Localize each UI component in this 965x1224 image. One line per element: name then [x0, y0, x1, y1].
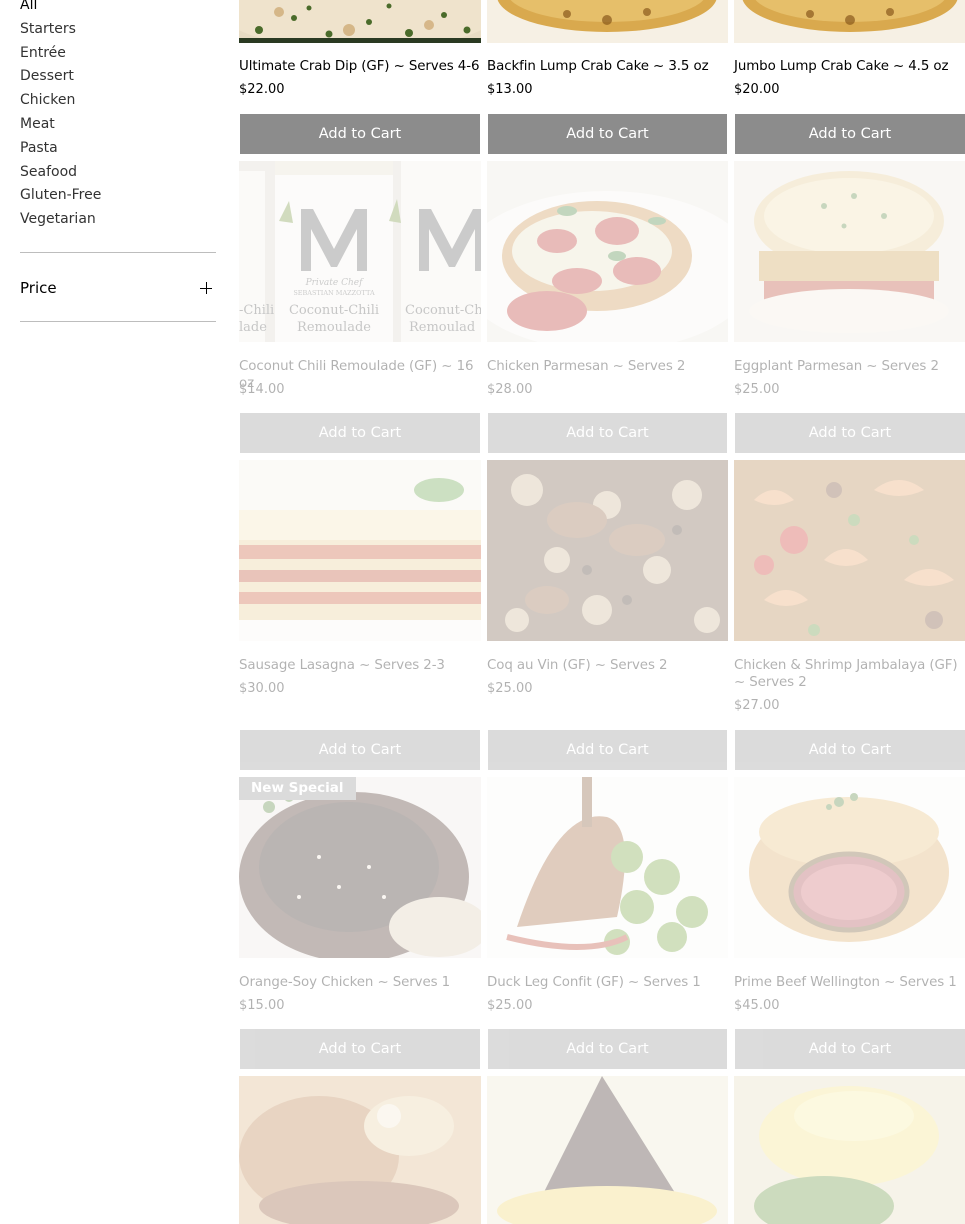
product-price: $45.00 [734, 998, 780, 1013]
product-image[interactable] [734, 1076, 965, 1224]
product-image[interactable]: Private Chef SEBASTIAN MAZZOTTA Coconut-… [239, 161, 481, 342]
product-image[interactable] [734, 777, 965, 958]
add-to-cart-button[interactable]: Add to Cart [735, 413, 965, 453]
product-card-chicken-parmesan[interactable]: Chicken Parmesan ~ Serves 2 $28.00 Add t… [487, 161, 728, 453]
category-pasta[interactable]: Pasta [20, 137, 216, 161]
product-price: $20.00 [734, 82, 780, 97]
product-name[interactable]: Chicken & Shrimp Jambalaya (GF) ~ Serves… [734, 657, 965, 691]
product-image[interactable] [734, 460, 965, 641]
product-image[interactable] [239, 460, 481, 641]
price-filter-toggle[interactable]: Price [20, 276, 216, 300]
product-image[interactable] [487, 777, 728, 958]
product-name[interactable]: Jumbo Lump Crab Cake ~ 4.5 oz [734, 58, 965, 75]
add-to-cart-button[interactable]: Add to Cart [240, 114, 480, 154]
plus-icon [200, 282, 212, 294]
product-card-duck-leg-confit[interactable]: Duck Leg Confit (GF) ~ Serves 1 $25.00 A… [487, 777, 728, 1069]
add-to-cart-button[interactable]: Add to Cart [240, 413, 480, 453]
product-name[interactable]: Backfin Lump Crab Cake ~ 3.5 oz [487, 58, 728, 75]
svg-text:Remoulad: Remoulad [409, 320, 475, 335]
product-card-eggplant-parmesan[interactable]: Eggplant Parmesan ~ Serves 2 $25.00 Add … [734, 161, 965, 453]
label-chef: Private Chef [305, 278, 364, 288]
category-gluten-free[interactable]: Gluten-Free [20, 184, 216, 208]
product-price: $25.00 [734, 382, 780, 397]
product-name[interactable]: Eggplant Parmesan ~ Serves 2 [734, 358, 965, 375]
filter-divider [20, 252, 216, 253]
add-to-cart-button[interactable]: Add to Cart [240, 1029, 480, 1069]
product-price: $15.00 [239, 998, 285, 1013]
new-special-ribbon: New Special [239, 777, 356, 800]
product-image[interactable] [734, 161, 965, 342]
category-seafood[interactable]: Seafood [20, 161, 216, 185]
category-dessert[interactable]: Dessert [20, 65, 216, 89]
svg-text:Coconut-Ch: Coconut-Ch [405, 303, 481, 318]
product-price: $25.00 [487, 998, 533, 1013]
product-price: $13.00 [487, 82, 533, 97]
product-card-beef-wellington[interactable]: Prime Beef Wellington ~ Serves 1 $45.00 … [734, 777, 965, 1069]
product-image[interactable] [239, 1076, 481, 1224]
product-card[interactable] [734, 1076, 965, 1224]
add-to-cart-button[interactable]: Add to Cart [488, 730, 727, 770]
filter-divider [20, 321, 216, 322]
svg-text:-Chili: -Chili [239, 303, 274, 318]
product-card[interactable] [487, 1076, 728, 1224]
category-vegetarian[interactable]: Vegetarian [20, 208, 216, 232]
add-to-cart-button[interactable]: Add to Cart [240, 730, 480, 770]
price-filter-label: Price [20, 279, 57, 297]
add-to-cart-button[interactable]: Add to Cart [488, 413, 727, 453]
product-image[interactable] [487, 161, 728, 342]
label-product-2: Remoulade [297, 320, 371, 335]
product-price: $25.00 [487, 681, 533, 696]
add-to-cart-button[interactable]: Add to Cart [735, 114, 965, 154]
category-all[interactable]: All [20, 0, 216, 18]
product-card-jumbo-crab-cake[interactable]: Jumbo Lump Crab Cake ~ 4.5 oz $20.00 Add… [734, 0, 965, 160]
filter-sidebar: All Starters Entrée Dessert Chicken Meat… [20, 0, 216, 322]
label-chef-name: SEBASTIAN MAZZOTTA [293, 289, 375, 297]
product-image[interactable] [734, 0, 965, 43]
category-entree[interactable]: Entrée [20, 42, 216, 66]
product-image[interactable] [239, 777, 481, 958]
add-to-cart-button[interactable]: Add to Cart [735, 1029, 965, 1069]
product-card[interactable] [239, 1076, 481, 1224]
product-name[interactable]: Chicken Parmesan ~ Serves 2 [487, 358, 728, 375]
label-product: Coconut-Chili [289, 303, 379, 318]
product-card-sausage-lasagna[interactable]: Sausage Lasagna ~ Serves 2-3 $30.00 Add … [239, 460, 481, 770]
product-card-backfin-crab-cake[interactable]: Backfin Lump Crab Cake ~ 3.5 oz $13.00 A… [487, 0, 728, 160]
product-image[interactable] [239, 0, 481, 43]
product-name[interactable]: Duck Leg Confit (GF) ~ Serves 1 [487, 974, 728, 991]
product-name[interactable]: Orange-Soy Chicken ~ Serves 1 [239, 974, 481, 991]
add-to-cart-button[interactable]: Add to Cart [488, 1029, 727, 1069]
product-card-coq-au-vin[interactable]: Coq au Vin (GF) ~ Serves 2 $25.00 Add to… [487, 460, 728, 770]
add-to-cart-button[interactable]: Add to Cart [735, 730, 965, 770]
product-price: $30.00 [239, 681, 285, 696]
category-starters[interactable]: Starters [20, 18, 216, 42]
product-name[interactable]: Prime Beef Wellington ~ Serves 1 [734, 974, 965, 991]
svg-text:lade: lade [239, 320, 267, 335]
product-card-coconut-chili-remoulade[interactable]: Private Chef SEBASTIAN MAZZOTTA Coconut-… [239, 161, 481, 453]
product-card-orange-soy-chicken[interactable]: New Special Orange-Soy Chicken ~ Serves … [239, 777, 481, 1069]
product-name[interactable]: Coq au Vin (GF) ~ Serves 2 [487, 657, 728, 674]
category-list: All Starters Entrée Dessert Chicken Meat… [20, 0, 216, 232]
product-price: $27.00 [734, 698, 780, 713]
product-card-crab-dip[interactable]: Ultimate Crab Dip (GF) ~ Serves 4-6 $22.… [239, 0, 481, 160]
product-name[interactable]: Ultimate Crab Dip (GF) ~ Serves 4-6 [239, 58, 481, 75]
add-to-cart-button[interactable]: Add to Cart [488, 114, 727, 154]
category-meat[interactable]: Meat [20, 113, 216, 137]
product-image[interactable] [487, 0, 728, 43]
product-image[interactable] [487, 460, 728, 641]
product-price: $14.00 [239, 382, 285, 397]
product-name[interactable]: Sausage Lasagna ~ Serves 2-3 [239, 657, 481, 674]
product-card-jambalaya[interactable]: Chicken & Shrimp Jambalaya (GF) ~ Serves… [734, 460, 965, 770]
category-chicken[interactable]: Chicken [20, 89, 216, 113]
product-price: $28.00 [487, 382, 533, 397]
product-image[interactable] [487, 1076, 728, 1224]
product-price: $22.00 [239, 82, 285, 97]
